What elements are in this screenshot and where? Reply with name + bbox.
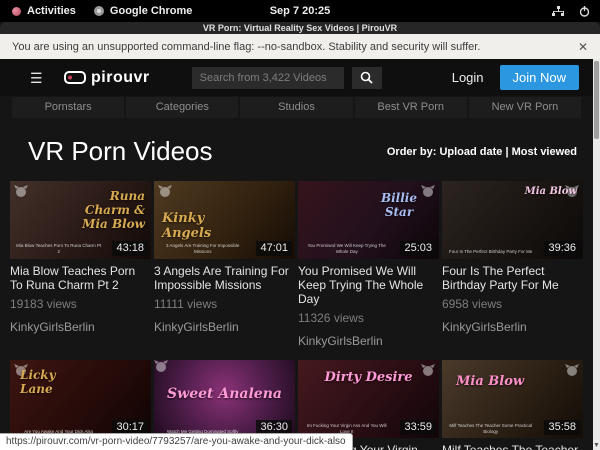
search-input[interactable] [192, 67, 344, 89]
scrollbar-down-arrow-icon[interactable]: ▼ [593, 442, 600, 449]
thumbnail-overlay-text: Runa Charm & Mia Blow [75, 189, 145, 231]
activities-label: Activities [27, 5, 76, 17]
thumbnail-caption: You Promised We Will Keep Trying The Who… [303, 243, 390, 255]
warning-close-icon[interactable]: ✕ [578, 40, 588, 54]
vr-goggles-icon [64, 71, 86, 84]
focused-app-menu[interactable]: Google Chrome [94, 5, 193, 17]
studio-link[interactable]: KinkyGirlsBerlin [442, 320, 583, 346]
network-icon[interactable] [552, 6, 565, 17]
thumbnail-overlay-text: Mia Blow [456, 374, 524, 389]
app-label: Google Chrome [110, 5, 193, 17]
video-thumbnail[interactable]: Dirty Desire Im Fucking Your Virgin Ass … [298, 360, 439, 438]
video-title[interactable]: Four Is The Perfect Birthday Party For M… [442, 259, 583, 292]
view-count: 6958 views [442, 297, 583, 311]
thumbnail-overlay-text: Mia Blow [525, 186, 577, 197]
thumbnail-overlay-text: Billie Star [369, 191, 429, 219]
studio-link[interactable]: KinkyGirlsBerlin [154, 320, 295, 346]
order-upload-date-link[interactable]: Upload date [439, 146, 502, 158]
studio-logo-icon [158, 185, 172, 197]
nav-best-vr-porn[interactable]: Best VR Porn [355, 97, 467, 118]
chrome-icon [94, 6, 104, 16]
activities-button[interactable]: Activities [0, 5, 76, 17]
duration-badge: 25:03 [400, 241, 436, 256]
nav-categories[interactable]: Categories [126, 97, 238, 118]
duration-badge: 47:01 [256, 241, 292, 256]
page-content: ☰ pirouvr Login Join Now Pornstars Categ… [0, 59, 593, 450]
video-thumbnail[interactable]: Mia Blow Milf Teaches The Teacher Some P… [442, 360, 583, 438]
nav-studios[interactable]: Studios [240, 97, 352, 118]
desktop-top-bar: Activities Google Chrome Sep 7 20:25 [0, 0, 600, 22]
page-title: VR Porn Videos [28, 136, 213, 167]
studio-logo-icon [565, 364, 579, 376]
nav-pornstars[interactable]: Pornstars [12, 97, 124, 118]
duration-badge: 33:59 [400, 420, 436, 435]
video-thumbnail[interactable]: Licky Lane Are You Awake And Your Dick A… [10, 360, 151, 438]
video-title[interactable]: 3 Angels Are Training For Impossible Mis… [154, 259, 295, 292]
video-card[interactable]: Mia Blow Milf Teaches The Teacher Some P… [442, 360, 583, 450]
logo-text: pirouvr [91, 69, 150, 87]
thumbnail-overlay-text: Dirty Desire [298, 370, 439, 385]
video-title[interactable]: Mia Blow Teaches Porn To Runa Charm Pt 2 [10, 259, 151, 292]
site-logo[interactable]: pirouvr [64, 69, 150, 87]
site-header: ☰ pirouvr Login Join Now [0, 59, 593, 96]
scrollbar-thumb[interactable] [594, 61, 599, 139]
thumbnail-overlay-text: Sweet Analena [154, 386, 295, 402]
status-bar-url: https://pirouvr.com/vr-porn-video/779325… [0, 433, 353, 450]
order-most-viewed-link[interactable]: Most viewed [512, 146, 577, 158]
video-thumbnail[interactable]: Billie Star You Promised We Will Keep Tr… [298, 181, 439, 259]
thumbnail-caption: Four Is The Perfect Birthday Party For M… [447, 249, 534, 255]
search-icon [360, 71, 373, 84]
order-separator: | [505, 146, 508, 158]
video-thumbnail[interactable]: Kinky Angels 3 Angels Are Training For I… [154, 181, 295, 259]
order-by-label: Order by: [387, 146, 437, 158]
browser-title-bar[interactable]: VR Porn: Virtual Reality Sex Videos | Pi… [0, 22, 600, 34]
thumbnail-caption: 3 Angels Are Training For Impossible Mis… [159, 243, 246, 255]
view-count: 11111 views [154, 297, 295, 311]
video-card[interactable]: Runa Charm & Mia Blow Mia Blow Teaches P… [10, 181, 151, 360]
studio-logo-icon [14, 185, 28, 197]
order-by: Order by: Upload date | Most viewed [387, 146, 577, 158]
main-nav: Pornstars Categories Studios Best VR Por… [0, 97, 593, 118]
warning-text: You are using an unsupported command-lin… [12, 41, 480, 53]
thumbnail-caption: Mia Blow Teaches Porn To Runa Charm Pt 2 [15, 243, 102, 255]
studio-logo-icon [154, 360, 168, 372]
thumbnail-overlay-text: Kinky Angels [162, 211, 232, 241]
view-count: 19183 views [10, 297, 151, 311]
video-card[interactable]: Kinky Angels 3 Angels Are Training For I… [154, 181, 295, 360]
duration-badge: 35:58 [544, 420, 580, 435]
video-card[interactable]: Billie Star You Promised We Will Keep Tr… [298, 181, 439, 360]
power-icon[interactable] [579, 6, 590, 17]
video-thumbnail[interactable]: Runa Charm & Mia Blow Mia Blow Teaches P… [10, 181, 151, 259]
nav-new-vr-porn[interactable]: New VR Porn [469, 97, 581, 118]
studio-link[interactable]: KinkyGirlsBerlin [10, 320, 151, 346]
video-grid: Runa Charm & Mia Blow Mia Blow Teaches P… [0, 181, 593, 450]
menu-icon[interactable]: ☰ [30, 71, 46, 85]
activities-icon [12, 7, 21, 16]
video-title[interactable]: You Promised We Will Keep Trying The Who… [298, 259, 439, 306]
video-thumbnail[interactable]: Mia Blow Four Is The Perfect Birthday Pa… [442, 181, 583, 259]
vertical-scrollbar[interactable]: ▼ [593, 59, 600, 450]
duration-badge: 39:36 [544, 241, 580, 256]
search-button[interactable] [352, 67, 382, 89]
duration-badge: 43:18 [112, 241, 148, 256]
studio-link[interactable]: KinkyGirlsBerlin [298, 334, 439, 360]
video-card[interactable]: Mia Blow Four Is The Perfect Birthday Pa… [442, 181, 583, 360]
clock[interactable]: Sep 7 20:25 [0, 5, 600, 17]
view-count: 11326 views [298, 311, 439, 325]
login-link[interactable]: Login [452, 70, 484, 85]
screen: Activities Google Chrome Sep 7 20:25 VR … [0, 0, 600, 450]
sandbox-warning-bar: You are using an unsupported command-lin… [0, 34, 600, 59]
join-now-button[interactable]: Join Now [500, 65, 579, 90]
thumbnail-overlay-text: Licky Lane [20, 368, 80, 396]
video-title[interactable]: Milf Teaches The Teacher Some Practical … [442, 438, 583, 450]
video-thumbnail[interactable]: Sweet Analena Watch Me Getting Dominated… [154, 360, 295, 438]
thumbnail-caption: Milf Teaches The Teacher Some Practical … [447, 423, 534, 435]
